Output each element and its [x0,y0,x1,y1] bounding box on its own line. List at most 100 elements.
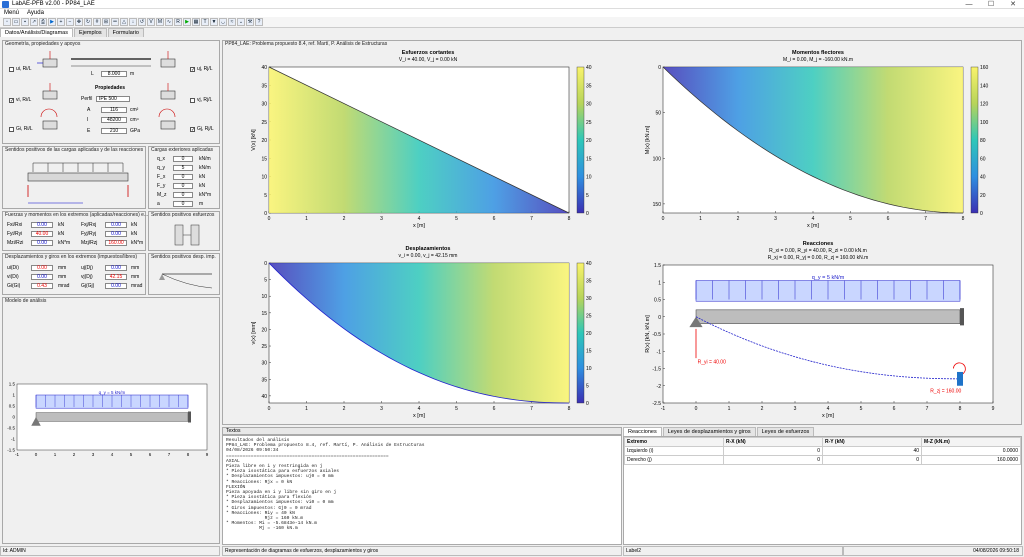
force-value[interactable]: 0.00 [31,240,53,246]
help-icon[interactable]: ? [255,18,263,26]
disp-row: Gi(Gi) 0.43 mrad Gj(Gj) 0.00 mrad [3,283,145,292]
menu-item-help[interactable]: Ayuda [27,10,44,16]
export-icon[interactable]: ↗ [30,18,38,26]
force-value[interactable]: 0.00 [105,222,127,228]
colorbar [576,66,585,214]
down-arrow-icon[interactable]: ▼ [210,18,218,26]
uj-checkbox[interactable]: ✓ [190,67,195,73]
rotate-icon[interactable]: ↻ [84,18,92,26]
tab-examples[interactable]: Ejemplos [73,28,107,37]
table-icon[interactable]: ▦ [192,18,200,26]
tab-data[interactable]: Datos/Análisis/Diagramas [0,28,73,37]
x-tick-label: 8 [962,216,965,222]
play-icon[interactable]: ▶ [183,18,191,26]
menu-item-menu[interactable]: Menú [4,10,19,16]
load-input[interactable]: 5 [173,165,193,171]
close-button[interactable]: ✕ [1002,0,1024,9]
x-tick-label: 3 [380,406,383,412]
force-row: Mzi/Rzi 0.00 kN*m Mzj/Rzj 160.00 kN*m [3,240,145,249]
vj-checkbox[interactable] [190,98,195,103]
force-value[interactable]: 0.00 [31,222,53,228]
properties-title: Propiedades [95,85,126,91]
loads-list: q_x 0 kN/m q_y 5 kN/m F_x 0 kN F_y 0 kN M_z 0 kN*m… [149,156,219,210]
x-tick-label: 7 [926,406,929,412]
efforts-sign-diagram [174,224,200,246]
grid-icon[interactable]: # [93,18,101,26]
save-icon[interactable]: ▪ [21,18,29,26]
load-input[interactable]: 0 [173,174,193,180]
load-input[interactable]: 0 [173,192,193,198]
column-header[interactable]: R-X (kN) [723,437,823,447]
column-header[interactable]: R-Y (kN) [822,437,922,447]
loads-panel: Cargas exteriores aplicadas q_x 0 kN/m q_y… [148,146,220,209]
text-results-tab[interactable]: Textos [222,427,622,435]
deflection-icon[interactable]: ∿ [165,18,173,26]
x-tick-label: 9 [206,452,209,457]
smile-icon[interactable]: ◡ [219,18,227,26]
x-tick-label: 1 [305,216,308,222]
displacements-title: Desplazamientos y giros en los extremos … [5,254,137,260]
maximize-button[interactable]: ☐ [980,0,1002,9]
gi-checkbox[interactable] [9,127,14,132]
colorbar-label: 30 [586,102,592,108]
disp-value[interactable]: 0.00 [31,265,53,271]
force-value[interactable]: 40.00 [31,231,53,237]
open-icon[interactable]: ▭ [12,18,20,26]
shear-icon[interactable]: V [147,18,155,26]
disp-value[interactable]: 42.15 [105,274,127,280]
tab-formulary[interactable]: Formulario [107,28,144,37]
geometry-title: Geometría, propiedades y apoyos [5,41,81,47]
model-icon[interactable]: ⊞ [102,18,110,26]
table-row[interactable]: Derecho (j) 0 0 160.0000 [624,455,1021,465]
table-cell: 160.0000 [921,455,1021,465]
zoom-out-icon[interactable]: − [66,18,74,26]
x-tick-label: 5 [849,216,852,222]
new-icon[interactable]: ▫ [3,18,11,26]
run-icon[interactable]: ▶ [48,18,56,26]
inertia-input[interactable]: 48200 [101,117,127,123]
x-tick-label: 1 [699,216,702,222]
load-input[interactable]: 0 [173,201,193,207]
y-tick-label: 30 [261,361,267,367]
disp-value[interactable]: 0.00 [105,265,127,271]
load-input[interactable]: 0 [173,183,193,189]
tab-reactions[interactable]: Reacciones [623,427,662,436]
column-header[interactable]: M-Z (kN.m) [921,437,1021,447]
tab-displacement-laws[interactable]: Leyes de desplazamientos y giros [662,427,756,436]
bending-icon[interactable]: M [156,18,164,26]
colorbar-label: 100 [980,120,989,126]
moment-icon[interactable]: ↺ [138,18,146,26]
profile-select[interactable]: IPE 500 [96,96,130,102]
modulus-input[interactable]: 210 [101,128,127,134]
tab-effort-laws[interactable]: Leyes de esfuerzos [756,427,815,436]
minimize-button[interactable]: — [958,0,980,9]
x-tick-label: 0 [35,452,38,457]
table-row[interactable]: Izquierdo (i) 0 40 0.0000 [624,446,1021,456]
disp-value[interactable]: 0.00 [31,274,53,280]
vi-checkbox[interactable]: ✓ [9,98,14,104]
text-icon[interactable]: T [201,18,209,26]
tool-icon[interactable]: ⚒ [246,18,254,26]
gi-label: Gi, Ri/L [16,126,33,132]
support-icon[interactable]: △ [120,18,128,26]
column-header[interactable]: Extremo [624,437,724,447]
disp-value[interactable]: 0.00 [105,283,127,289]
chevron-icon[interactable]: ⌄ [237,18,245,26]
x-tick-label: 4 [418,216,421,222]
disp-value[interactable]: 0.43 [31,283,53,289]
text-results: Resultados del análisis PP84_LAE: Proble… [222,435,622,545]
reactions-icon[interactable]: R [174,18,182,26]
load-icon[interactable]: ↓ [129,18,137,26]
force-value[interactable]: 160.00 [105,240,127,246]
force-value[interactable]: 0.00 [105,231,127,237]
load-input[interactable]: 0 [173,156,193,162]
print-icon[interactable]: ⎙ [39,18,47,26]
pan-icon[interactable]: ✥ [75,18,83,26]
beam-icon[interactable]: ═ [111,18,119,26]
zoom-in-icon[interactable]: + [57,18,65,26]
ui-checkbox[interactable] [9,67,14,72]
gj-checkbox[interactable]: ✓ [190,127,195,133]
length-input[interactable]: 8.000 [101,71,127,77]
wave-icon[interactable]: ≈ [228,18,236,26]
area-input[interactable]: 116 [101,107,127,113]
